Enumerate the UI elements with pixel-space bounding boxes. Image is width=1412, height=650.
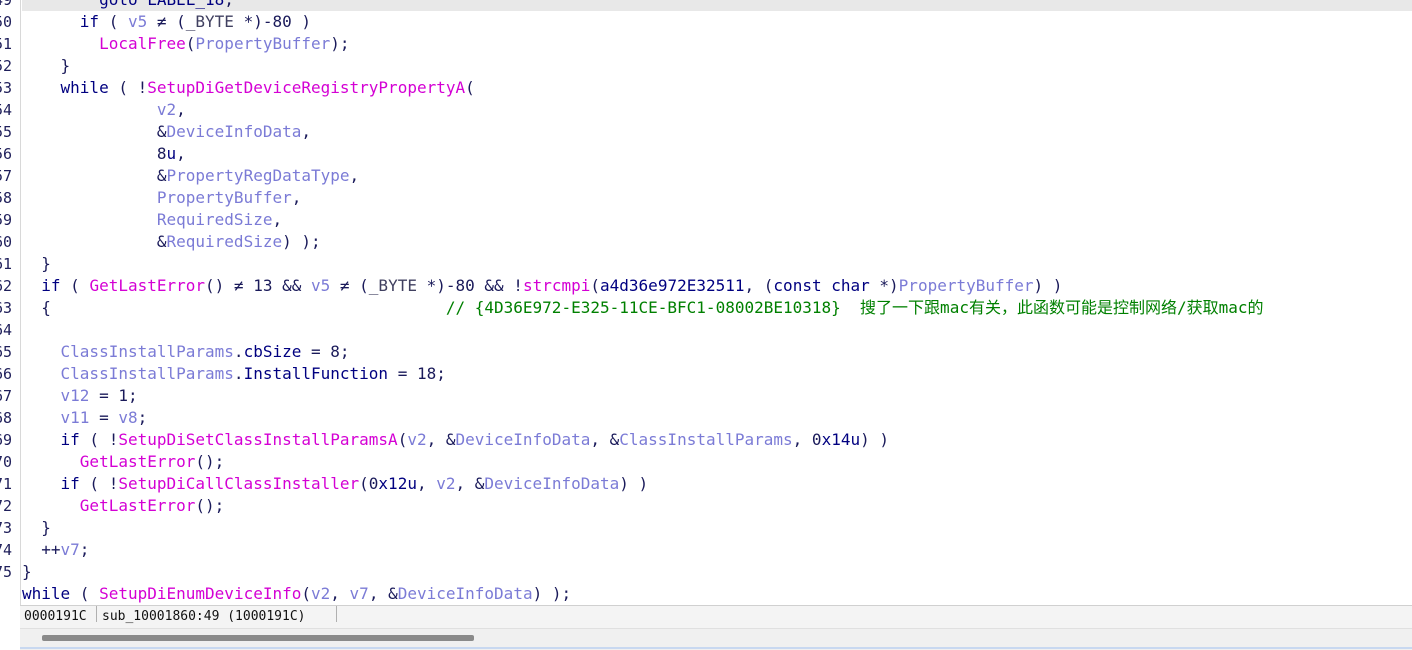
line-number: 61 <box>0 255 13 273</box>
line-number: 75 <box>0 563 13 581</box>
code-line[interactable]: RequiredSize, <box>22 209 282 231</box>
code-line[interactable]: v12 = 1; <box>22 385 138 407</box>
code-line[interactable]: &DeviceInfoData, <box>22 121 311 143</box>
line-number: 56 <box>0 145 13 163</box>
line-number: 60 <box>0 233 13 251</box>
code-line[interactable]: ++v7; <box>22 539 89 561</box>
line-number: 53 <box>0 79 13 97</box>
code-line[interactable]: } <box>22 253 51 275</box>
code-line[interactable]: PropertyBuffer, <box>22 187 302 209</box>
code-line[interactable]: LocalFree(PropertyBuffer); <box>22 33 349 55</box>
line-number: 58 <box>0 189 13 207</box>
code-line[interactable]: if ( !SetupDiCallClassInstaller(0x12u, v… <box>22 473 649 495</box>
code-line[interactable]: goto LABEL_18; <box>22 0 234 11</box>
line-number: 50 <box>0 13 13 31</box>
line-number: 49 <box>0 0 13 9</box>
line-number: 59 <box>0 211 13 229</box>
code-line[interactable]: 8u, <box>22 143 186 165</box>
code-line[interactable]: v2, <box>22 99 186 121</box>
code-line[interactable]: ClassInstallParams.InstallFunction = 18; <box>22 363 446 385</box>
line-number: 68 <box>0 409 13 427</box>
status-divider <box>96 606 97 622</box>
code-line[interactable]: &PropertyRegDataType, <box>22 165 359 187</box>
code-line[interactable]: } <box>22 517 51 539</box>
line-number: 57 <box>0 167 13 185</box>
line-number: 74 <box>0 541 13 559</box>
line-number: 52 <box>0 57 13 75</box>
line-number: 51 <box>0 35 13 53</box>
line-number: 71 <box>0 475 13 493</box>
status-divider <box>336 606 337 622</box>
code-line[interactable]: v11 = v8; <box>22 407 148 429</box>
line-number: 55 <box>0 123 13 141</box>
code-line[interactable]: { // {4D36E972-E325-11CE-BFC1-08002BE103… <box>22 297 1263 319</box>
code-line[interactable]: GetLastError(); <box>22 495 225 517</box>
line-number-gutter: 49 50 51 52 53 54 55 56 57 58 59 60 61 6… <box>0 0 21 605</box>
code-line[interactable]: if ( GetLastError() ≠ 13 && v5 ≠ (_BYTE … <box>22 275 1062 297</box>
code-line[interactable]: } <box>22 561 32 583</box>
code-line[interactable]: if ( !SetupDiSetClassInstallParamsA(v2, … <box>22 429 889 451</box>
pseudocode-view[interactable]: goto LABEL_18; if ( v5 ≠ (_BYTE *)-80 ) … <box>22 0 1412 605</box>
code-line[interactable]: while ( SetupDiEnumDeviceInfo(v2, v7, &D… <box>22 583 571 605</box>
scrollbar-thumb[interactable] <box>42 635 474 641</box>
code-line[interactable]: } <box>22 55 71 77</box>
code-line[interactable]: GetLastError(); <box>22 451 225 473</box>
line-number: 73 <box>0 519 13 537</box>
line-number: 54 <box>0 101 13 119</box>
line-number: 64 <box>0 321 13 339</box>
code-line[interactable]: if ( v5 ≠ (_BYTE *)-80 ) <box>22 11 311 33</box>
code-line[interactable]: while ( !SetupDiGetDeviceRegistryPropert… <box>22 77 475 99</box>
status-function-location: sub_10001860:49 (1000191C) <box>102 609 306 624</box>
line-number: 70 <box>0 453 13 471</box>
status-address: 0000191C <box>24 609 87 624</box>
code-line[interactable]: &RequiredSize) ); <box>22 231 321 253</box>
line-number: 62 <box>0 277 13 295</box>
code-line[interactable]: ClassInstallParams.cbSize = 8; <box>22 341 350 363</box>
line-number: 69 <box>0 431 13 449</box>
line-number: 65 <box>0 343 13 361</box>
line-number: 63 <box>0 299 13 317</box>
line-number: 66 <box>0 365 13 383</box>
line-number: 72 <box>0 497 13 515</box>
line-number: 67 <box>0 387 13 405</box>
status-bar: 0000191C sub_10001860:49 (1000191C) <box>20 605 1412 628</box>
